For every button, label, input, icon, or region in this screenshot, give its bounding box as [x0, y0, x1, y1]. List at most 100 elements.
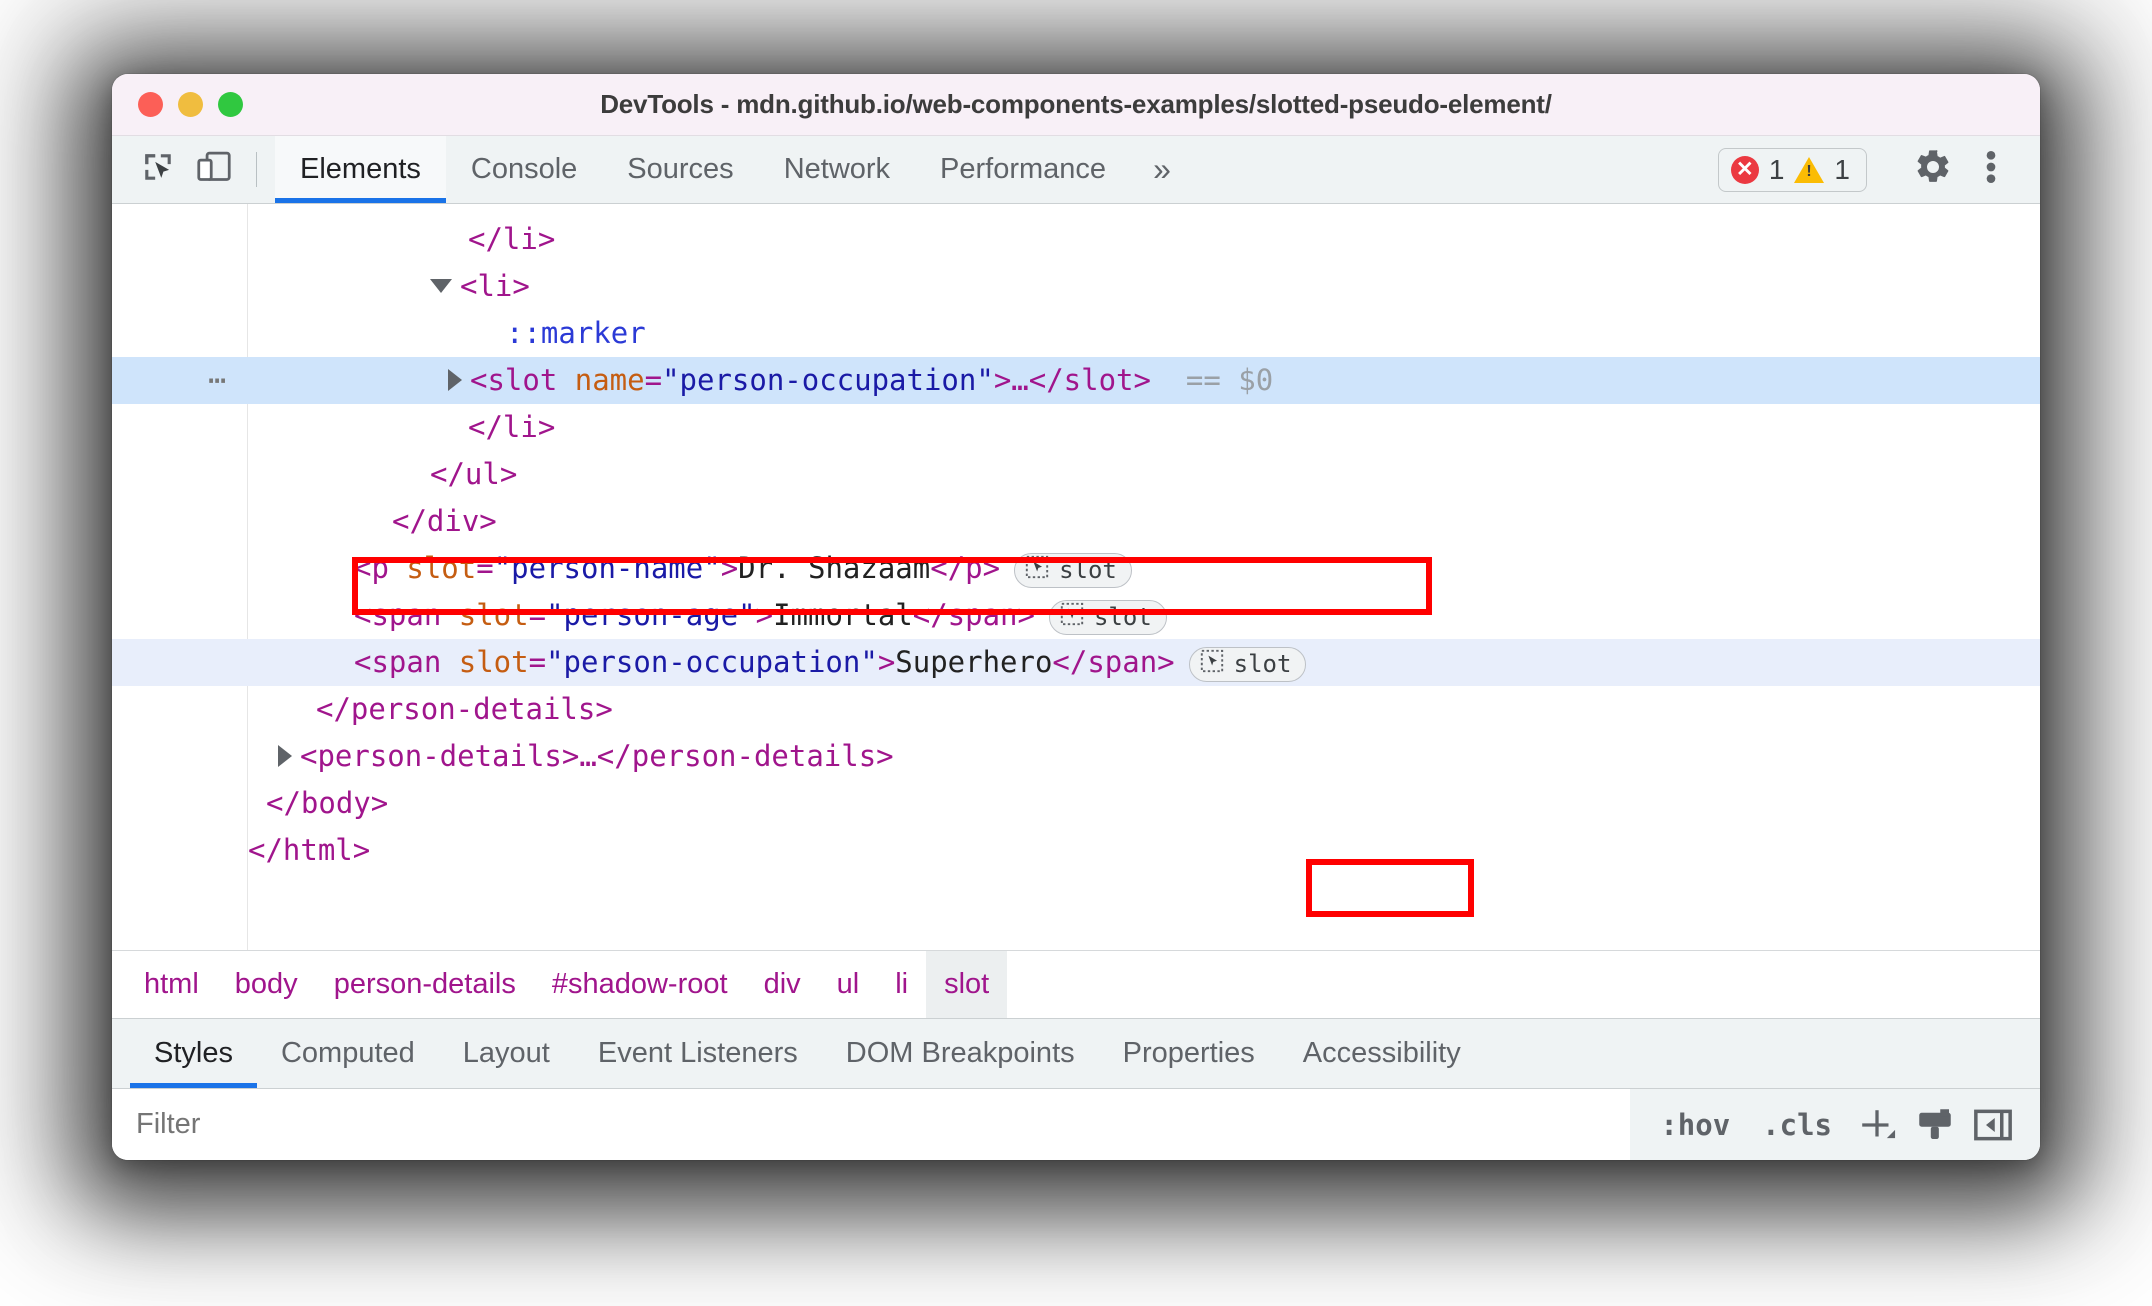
- tree-node-pseudo-text: ::marker: [506, 316, 646, 350]
- element-classes-button[interactable]: .cls: [1746, 1108, 1848, 1142]
- breadcrumb-label: html: [144, 968, 199, 1000]
- dom-tree-panel[interactable]: </li> <li> ::marker ⋯ <slot name="person…: [112, 204, 2040, 950]
- breadcrumb-item-li[interactable]: li: [877, 951, 926, 1018]
- tab-styles[interactable]: Styles: [130, 1019, 257, 1088]
- tree-node-tag-close: </span>: [912, 598, 1035, 632]
- window-title-bar: DevTools - mdn.github.io/web-components-…: [112, 74, 2040, 136]
- tab-layout-label: Layout: [462, 1037, 550, 1069]
- tree-row-ul-close[interactable]: </ul>: [112, 451, 2040, 498]
- tree-node-attr-name: slot: [458, 598, 529, 632]
- tab-sources-label: Sources: [627, 153, 734, 185]
- breadcrumb-label: person-details: [333, 968, 516, 1000]
- tree-row-div-close[interactable]: </div>: [112, 498, 2040, 545]
- breadcrumb-item-slot[interactable]: slot: [926, 951, 1008, 1018]
- maximize-window-button[interactable]: [218, 92, 243, 117]
- expand-arrow-icon[interactable]: [448, 369, 462, 391]
- tree-node-tag-close: </span>: [1052, 645, 1175, 679]
- new-style-rule-button[interactable]: [1848, 1096, 1906, 1154]
- expand-arrow-icon[interactable]: [278, 745, 292, 767]
- tree-node-tag-open: <p: [354, 551, 407, 585]
- tab-performance[interactable]: Performance: [915, 136, 1131, 203]
- tree-node-attr-name: slot: [458, 645, 529, 679]
- toggle-element-state-button[interactable]: :hov: [1644, 1108, 1746, 1142]
- tree-row-span-person-occupation[interactable]: <span slot="person-occupation">Superhero…: [112, 639, 2040, 686]
- tab-computed[interactable]: Computed: [257, 1019, 439, 1088]
- tab-properties[interactable]: Properties: [1099, 1019, 1279, 1088]
- tree-node-text: </person-details>: [316, 692, 613, 726]
- tab-network[interactable]: Network: [759, 136, 915, 203]
- breadcrumb-item-ul[interactable]: ul: [819, 951, 878, 1018]
- minimize-window-button[interactable]: [178, 92, 203, 117]
- slot-cursor-icon: [1060, 602, 1084, 633]
- breadcrumb-label: li: [895, 968, 909, 1000]
- tree-row-marker[interactable]: ::marker: [112, 310, 2040, 357]
- tree-row-span-person-age[interactable]: <span slot="person-age">Immortal</span> s…: [112, 592, 2040, 639]
- tree-row-person-details-close[interactable]: </person-details>: [112, 686, 2040, 733]
- tree-row-p-person-name[interactable]: <p slot="person-name">Dr. Shazaam</p> slo…: [112, 545, 2040, 592]
- warning-icon: [1794, 156, 1825, 183]
- device-toolbar-icon: [196, 150, 232, 189]
- breadcrumb-item-html[interactable]: html: [126, 951, 217, 1018]
- tab-properties-label: Properties: [1122, 1037, 1255, 1069]
- expand-arrow-icon[interactable]: [430, 279, 452, 293]
- slot-badge[interactable]: slot: [1014, 552, 1132, 588]
- tab-dom-breakpoints-label: DOM Breakpoints: [845, 1037, 1075, 1069]
- tree-node-text: </html>: [248, 833, 371, 867]
- tree-node-text-content: Superhero: [895, 645, 1053, 679]
- breadcrumb-item-body[interactable]: body: [217, 951, 316, 1018]
- close-window-button[interactable]: [138, 92, 163, 117]
- tab-computed-label: Computed: [280, 1037, 415, 1069]
- tree-node-tag-open: <span: [354, 645, 459, 679]
- tab-sources[interactable]: Sources: [602, 136, 758, 203]
- tree-node-text: </body>: [266, 786, 389, 820]
- slot-badge-highlighted[interactable]: slot: [1188, 646, 1307, 682]
- tree-row-li-close-2[interactable]: </li>: [112, 404, 2040, 451]
- tree-row-body-close[interactable]: </body>: [112, 780, 2040, 827]
- more-tabs-button[interactable]: »: [1131, 136, 1193, 203]
- tree-node-text: </li>: [468, 410, 556, 444]
- tree-row-person-details-collapsed[interactable]: <person-details>…</person-details>: [112, 733, 2040, 780]
- tab-accessibility[interactable]: Accessibility: [1279, 1019, 1485, 1088]
- issues-counter[interactable]: ✕ 1 1: [1717, 147, 1867, 192]
- more-options-button[interactable]: [1962, 141, 2020, 199]
- slot-cursor-icon: [1025, 555, 1049, 586]
- tree-node-attr-value: "person-name": [493, 551, 721, 585]
- tab-layout[interactable]: Layout: [439, 1019, 574, 1088]
- breadcrumb-label: ul: [836, 968, 860, 1000]
- print-style-button[interactable]: [1906, 1096, 1964, 1154]
- breadcrumb-item-div[interactable]: div: [746, 951, 819, 1018]
- inspect-element-button[interactable]: [130, 136, 186, 203]
- slot-badge[interactable]: slot: [1048, 599, 1167, 635]
- tree-row-li-open[interactable]: <li>: [112, 263, 2040, 310]
- tab-elements[interactable]: Elements: [275, 136, 446, 203]
- tab-console[interactable]: Console: [446, 136, 602, 203]
- tree-row-li-close-1[interactable]: </li>: [112, 216, 2040, 263]
- tree-row-slot-selected[interactable]: ⋯ <slot name="person-occupation">…</slot…: [112, 357, 2040, 404]
- tree-row-html-close[interactable]: </html>: [112, 827, 2040, 874]
- styles-sidebar-tab-list: Styles Computed Layout Event Listeners D…: [112, 1018, 2040, 1088]
- tree-node-tag-open: <slot: [470, 363, 575, 397]
- toggle-sidebar-button[interactable]: [1964, 1096, 2022, 1154]
- window-title: DevTools - mdn.github.io/web-components-…: [600, 89, 1552, 119]
- tree-node-text: </li>: [468, 222, 556, 256]
- tree-node-text: <li>: [460, 269, 530, 303]
- tree-node-attr-eq: =: [644, 363, 663, 397]
- tree-node-text: <person-details>…</person-details>: [300, 739, 894, 773]
- tab-network-label: Network: [783, 153, 891, 185]
- tree-node-attr-value: "person-age": [546, 598, 756, 632]
- breadcrumb-label: #shadow-root: [551, 968, 728, 1000]
- tab-dom-breakpoints[interactable]: DOM Breakpoints: [822, 1019, 1099, 1088]
- filter-input[interactable]: [112, 1089, 1631, 1160]
- row-overflow-ellipsis[interactable]: ⋯: [208, 357, 228, 404]
- settings-button[interactable]: [1904, 141, 1962, 199]
- device-toolbar-toggle-button[interactable]: [186, 136, 242, 203]
- tab-styles-label: Styles: [154, 1037, 233, 1069]
- warning-count: 1: [1834, 153, 1850, 185]
- panel-tab-list: Elements Console Sources Network Perform…: [275, 136, 1718, 203]
- breadcrumb-label: body: [234, 968, 298, 1000]
- tab-event-listeners[interactable]: Event Listeners: [574, 1019, 822, 1088]
- tree-node-tag-open: <span: [354, 598, 459, 632]
- breadcrumb-item-shadow-root[interactable]: #shadow-root: [534, 951, 746, 1018]
- breadcrumb-item-person-details[interactable]: person-details: [316, 951, 534, 1018]
- slot-badge-label: slot: [1233, 650, 1292, 678]
